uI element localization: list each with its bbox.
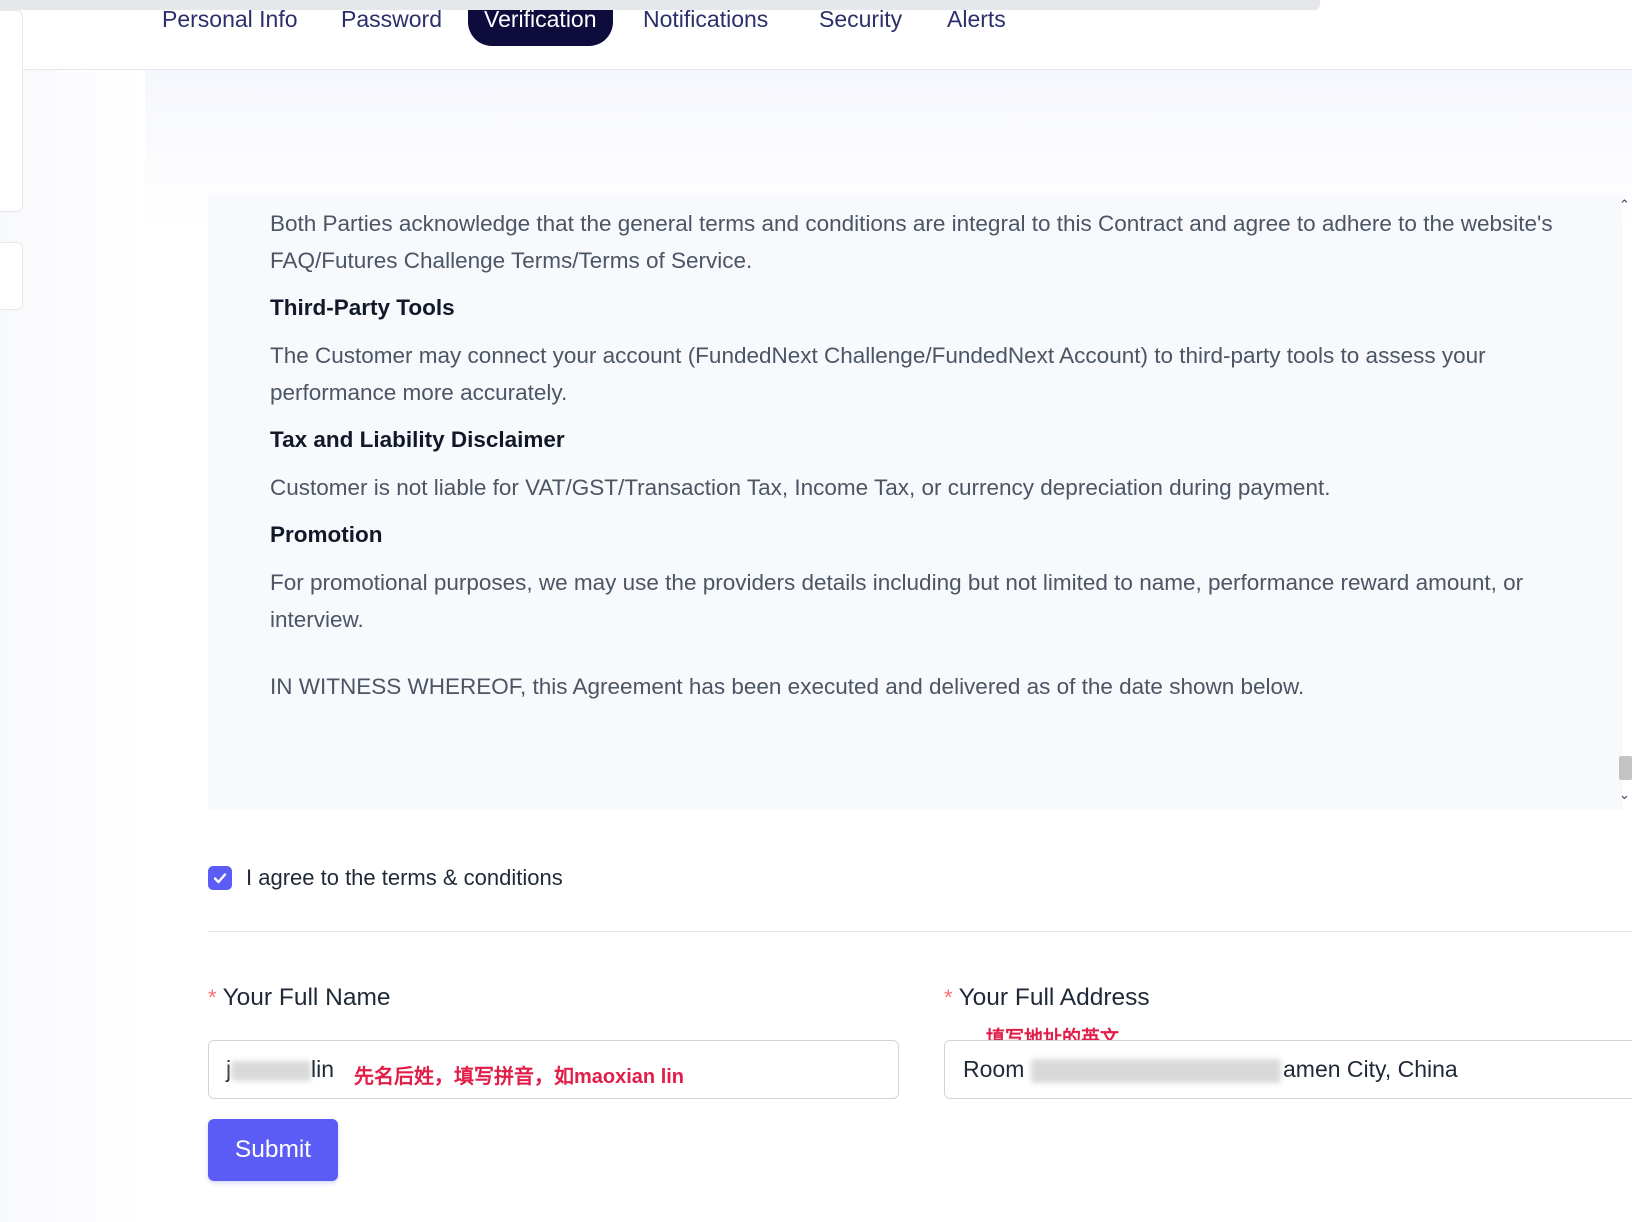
settings-tabs: Personal Info Password Verification Noti… <box>0 0 1632 70</box>
terms-heading-tax: Tax and Liability Disclaimer <box>270 427 565 452</box>
sidebar-card-small <box>0 242 23 310</box>
terms-text-tax: Customer is not liable for VAT/GST/Trans… <box>270 475 1331 500</box>
terms-scroll-box[interactable]: Both Parties acknowledge that the genera… <box>208 193 1623 810</box>
terms-heading-third-party: Third-Party Tools <box>270 295 455 320</box>
agree-row: I agree to the terms & conditions <box>208 864 563 892</box>
chevron-up-icon[interactable]: ⌃ <box>1619 197 1630 213</box>
chevron-down-icon[interactable]: ⌄ <box>1619 787 1630 803</box>
terms-text-third-party: The Customer may connect your account (F… <box>270 343 1486 405</box>
terms-closing: IN WITNESS WHEREOF, this Agreement has b… <box>270 674 1305 699</box>
name-annotation: 先名后姓，填写拼音，如maoxian lin <box>354 1066 685 1088</box>
redacted-blur <box>1031 1059 1281 1083</box>
sidebar-card <box>0 10 23 212</box>
scrollbar-thumb[interactable] <box>1619 756 1632 780</box>
name-value-end: lin <box>311 1056 335 1082</box>
full-address-label: * Your Full Address <box>944 984 1150 1011</box>
required-mark: * <box>208 985 217 1010</box>
agree-label: I agree to the terms & conditions <box>246 865 563 890</box>
terms-intro: Both Parties acknowledge that the genera… <box>270 211 1553 273</box>
full-name-label: * Your Full Name <box>208 984 391 1011</box>
terms-content: Both Parties acknowledge that the genera… <box>270 205 1560 705</box>
terms-scrollbar[interactable]: ⌃ ⌄ <box>1617 193 1632 810</box>
redacted-blur <box>231 1061 311 1081</box>
form-divider <box>208 931 1632 932</box>
full-name-input[interactable]: j lin 先名后姓，填写拼音，如maoxian lin <box>208 1040 899 1099</box>
address-value-start: Room <box>963 1056 1025 1082</box>
terms-heading-promotion: Promotion <box>270 522 383 547</box>
submit-button[interactable]: Submit <box>208 1119 338 1181</box>
terms-text-promotion: For promotional purposes, we may use the… <box>270 570 1524 632</box>
check-icon <box>213 873 227 884</box>
agree-checkbox[interactable] <box>208 866 232 890</box>
horizontal-scrollbar[interactable] <box>0 0 1320 10</box>
required-mark: * <box>944 985 953 1010</box>
left-gutter <box>0 69 145 1222</box>
address-value-end: amen City, China <box>1283 1056 1458 1082</box>
full-address-input[interactable]: Room amen City, China <box>944 1040 1632 1099</box>
